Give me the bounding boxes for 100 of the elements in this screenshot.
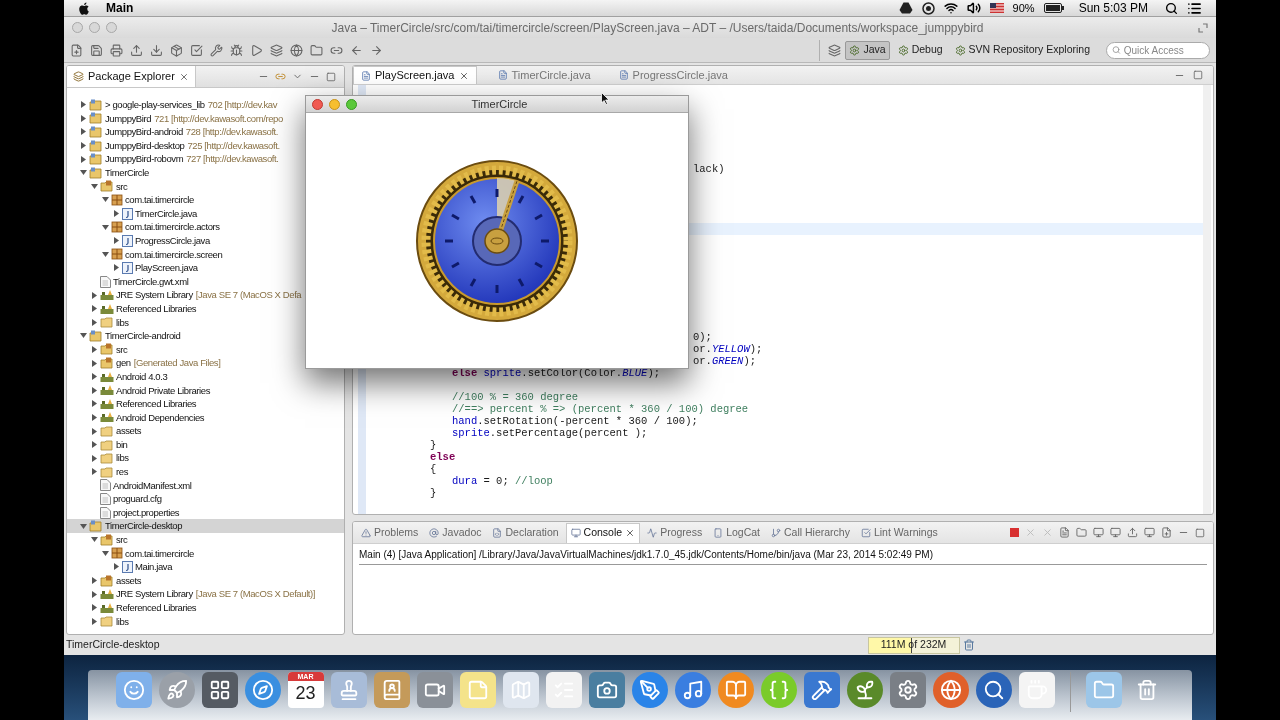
tree-item[interactable]: > google-play-services_lib 702 [http://dev.kav <box>67 98 280 112</box>
settings-icon[interactable] <box>889 672 926 708</box>
tree-item[interactable]: gen [Generated Java Files] <box>67 356 223 370</box>
expand-arrow-icon[interactable] <box>113 237 120 245</box>
video-camera-icon[interactable] <box>416 672 453 708</box>
close-tab-icon[interactable] <box>625 528 636 538</box>
tree-item[interactable]: Android Dependencies <box>67 410 207 425</box>
smiling-face-icon[interactable] <box>115 672 152 708</box>
app-menu[interactable]: Main <box>106 0 134 17</box>
zoom-button[interactable] <box>346 98 357 110</box>
view-tab[interactable]: Problems <box>357 522 423 543</box>
tree-item[interactable]: bin <box>67 437 130 452</box>
triangle-drive-icon[interactable] <box>898 2 913 14</box>
tree-item[interactable]: libs <box>67 451 131 466</box>
link-icon[interactable] <box>275 71 286 82</box>
compass-icon[interactable] <box>244 672 281 708</box>
expand-arrow-icon[interactable] <box>113 264 120 272</box>
view-tab[interactable]: Call Hierarchy <box>767 522 854 543</box>
stamp-icon[interactable] <box>330 672 367 708</box>
view-tab[interactable]: LogCat <box>709 522 764 543</box>
editor-tab[interactable]: TimerCircle.java <box>490 66 598 84</box>
perspective-button[interactable]: Debug <box>893 40 947 60</box>
expand-arrow-icon[interactable] <box>113 210 120 218</box>
tree-item[interactable]: Android 4.0.3 <box>67 369 170 384</box>
tree-item[interactable]: JumppyBird-android 728 [http://dev.kawasoft. <box>67 125 281 139</box>
checkbox-icon[interactable] <box>190 43 203 57</box>
view-tab[interactable]: Javadoc <box>425 522 486 543</box>
collapse-arrow-icon[interactable] <box>102 250 109 258</box>
view-tab[interactable]: Progress <box>643 522 707 543</box>
tree-item[interactable]: JumppyBird 721 [http://dev.kawasoft.com/repo <box>67 111 285 126</box>
tree-item[interactable]: com.tai.timercircle.screen <box>67 247 225 262</box>
tree-item[interactable]: com.tai.timercircle <box>67 546 196 561</box>
maximize-icon[interactable] <box>1195 527 1205 538</box>
book-icon[interactable] <box>717 672 754 708</box>
wifi-icon[interactable] <box>943 1 958 15</box>
battery-icon[interactable] <box>1043 3 1064 13</box>
plant-icon[interactable] <box>846 672 883 708</box>
package-box-icon[interactable] <box>170 43 183 57</box>
arrow-left-icon[interactable] <box>350 43 363 57</box>
apple-logo-icon[interactable] <box>78 1 90 15</box>
globe-icon[interactable] <box>932 672 969 708</box>
tree-item[interactable]: res <box>67 465 130 479</box>
wrench-icon[interactable] <box>210 43 223 57</box>
tree-item[interactable]: libs <box>67 315 131 330</box>
tree-item[interactable]: com.tai.timercircle <box>67 193 196 207</box>
tree-item[interactable]: src <box>67 342 130 357</box>
checklist-icon[interactable] <box>545 672 582 708</box>
tree-item[interactable]: libs <box>67 614 131 629</box>
list-icon[interactable] <box>1187 0 1202 16</box>
tree-item[interactable]: assets <box>67 424 144 438</box>
print-icon[interactable] <box>110 43 123 57</box>
record-icon[interactable] <box>921 1 935 15</box>
perspective-button[interactable]: SVN Repository Exploring <box>950 40 1094 60</box>
package-explorer-tab[interactable]: Package Explorer <box>67 66 196 87</box>
editor-tab[interactable]: ProgressCircle.java <box>611 66 735 84</box>
quick-access-field[interactable]: Quick Access <box>1106 41 1210 59</box>
bug-icon[interactable] <box>230 43 243 57</box>
tree-item[interactable]: JumppyBird-desktop 725 [http://dev.kawasoft. <box>67 138 282 153</box>
tree-item[interactable]: TimerCircle-android <box>67 329 183 343</box>
tree-item[interactable]: JRE System Library [Java SE 7 (MacOS X Default)] <box>67 587 318 601</box>
view-tab[interactable]: Console <box>565 522 641 543</box>
hammer-icon[interactable] <box>803 672 840 708</box>
perspective-button[interactable]: Java <box>845 40 890 60</box>
tree-item[interactable]: Android Private Libraries <box>67 383 213 398</box>
tree-item[interactable]: com.tai.timercircle.actors <box>67 220 222 234</box>
folder-icon[interactable] <box>310 43 323 57</box>
tree-item[interactable]: assets <box>67 573 144 588</box>
expand-arrow-icon[interactable] <box>113 563 120 571</box>
close-tab-icon[interactable] <box>458 70 469 81</box>
new-file-icon[interactable] <box>70 43 83 57</box>
play-icon[interactable] <box>250 43 263 57</box>
close-tab-icon[interactable] <box>178 71 189 82</box>
minimize-button[interactable] <box>329 98 340 110</box>
download-icon[interactable] <box>150 43 163 57</box>
tree-item[interactable]: project.properties <box>67 505 182 520</box>
photo-grid-icon[interactable] <box>201 672 238 708</box>
view-tab[interactable]: Lint Warnings <box>856 522 942 543</box>
tree-item[interactable]: proguard.cfg <box>67 492 164 506</box>
braces-icon[interactable] <box>760 672 797 708</box>
address-book-icon[interactable] <box>373 672 410 708</box>
tree-item[interactable]: Referenced Libraries <box>67 600 199 615</box>
flag-icon[interactable] <box>989 3 1004 13</box>
upload-icon[interactable] <box>130 43 143 57</box>
collapse-arrow-icon[interactable] <box>102 223 109 231</box>
tree-item[interactable]: ProgressCircle.java <box>67 233 212 248</box>
tree-item[interactable]: JumppyBird-robovm 727 [http://dev.kawasoft. <box>67 152 281 166</box>
tree-item[interactable]: TimerCircle <box>67 165 151 180</box>
rocket-icon[interactable] <box>158 672 195 708</box>
tree-item[interactable]: JRE System Library [Java SE 7 (MacOS X Defa <box>67 288 304 302</box>
volume-icon[interactable] <box>966 1 981 15</box>
folder-icon[interactable] <box>1085 672 1122 708</box>
menu-clock[interactable]: Sun 5:03 PM <box>1078 0 1148 17</box>
magnifier-icon[interactable] <box>975 672 1012 708</box>
tree-item[interactable]: Referenced Libraries <box>67 397 199 411</box>
tree-item[interactable]: src <box>67 533 130 547</box>
tree-item[interactable]: Main.java <box>67 560 175 574</box>
collapse-arrow-icon[interactable] <box>80 332 87 340</box>
tree-item[interactable]: TimerCircle.java <box>67 206 199 221</box>
close-button[interactable] <box>312 98 323 110</box>
maximize-icon[interactable] <box>1193 70 1203 80</box>
